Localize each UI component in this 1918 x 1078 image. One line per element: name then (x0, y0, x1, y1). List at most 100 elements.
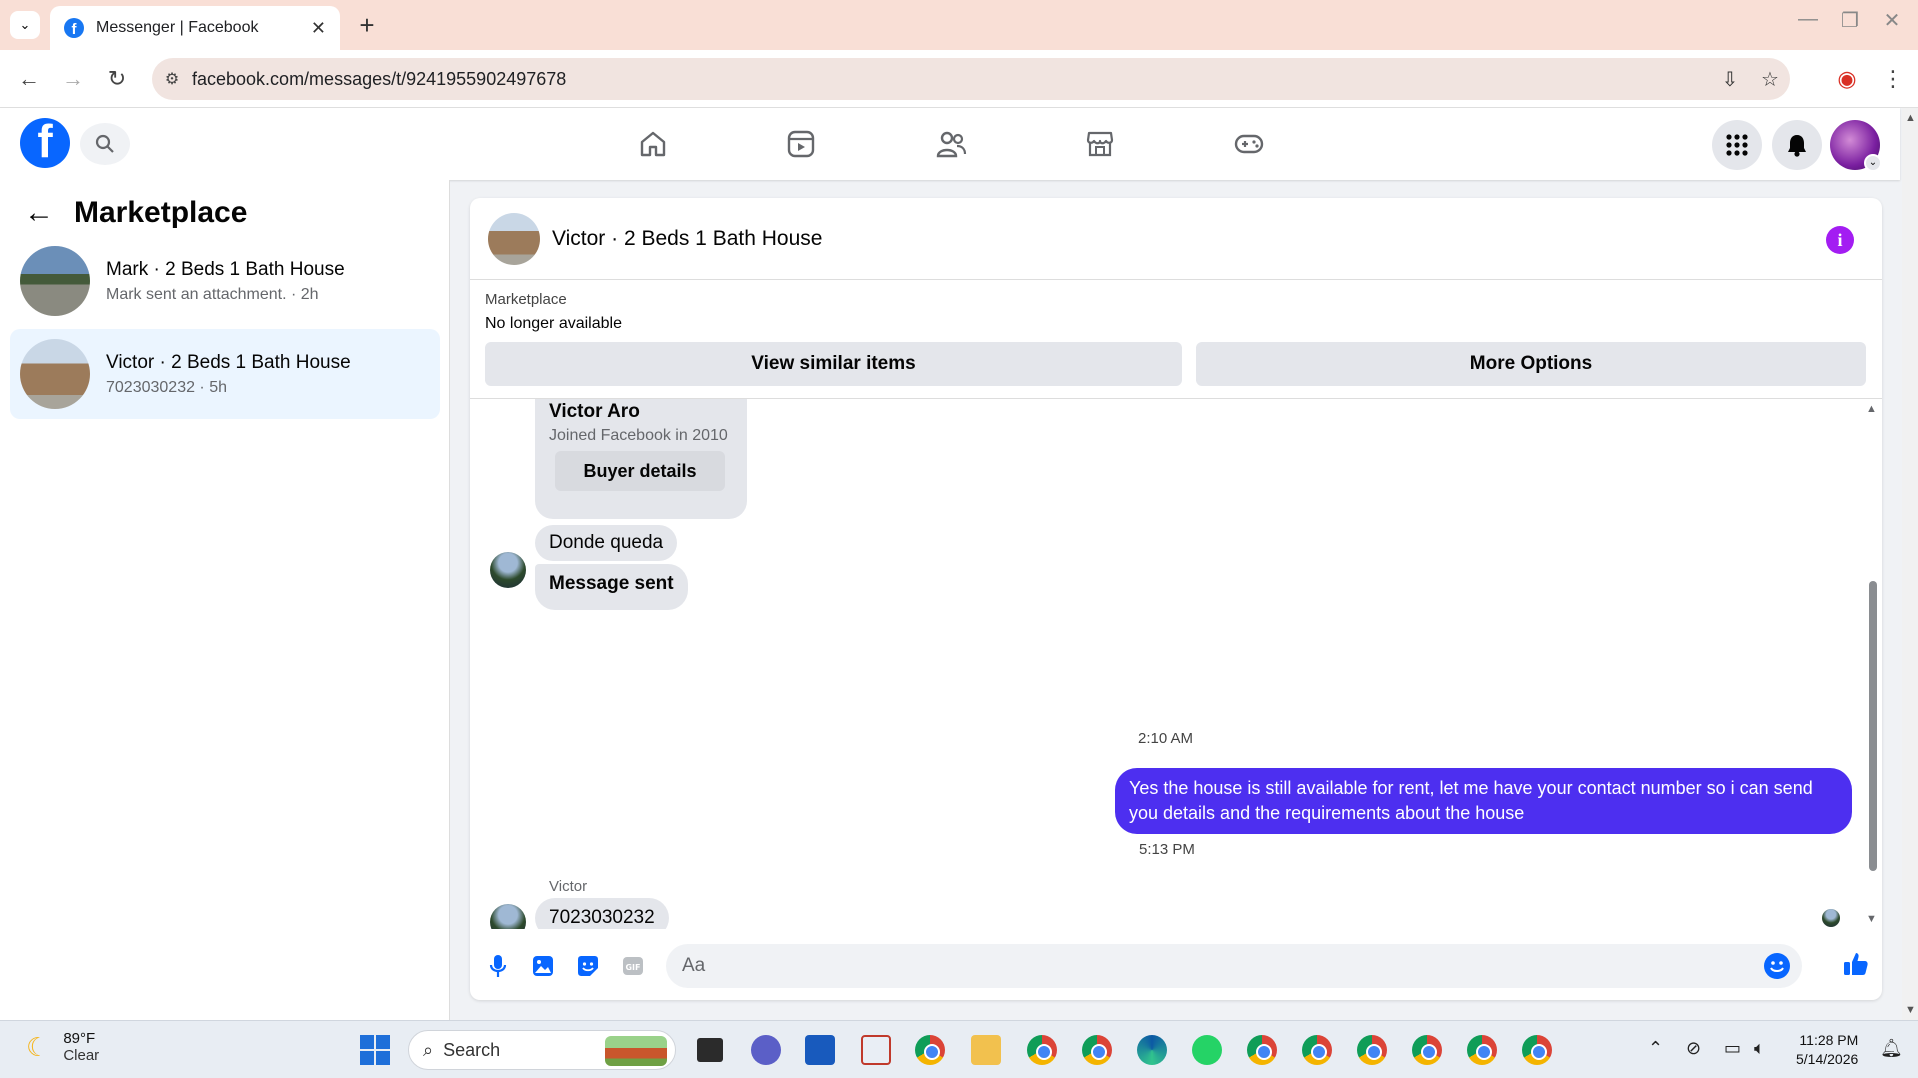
gaming-nav-icon[interactable] (1224, 122, 1274, 166)
microphone-icon[interactable] (484, 952, 512, 980)
edge-icon[interactable] (1137, 1035, 1167, 1065)
view-similar-items-button[interactable]: View similar items (485, 342, 1182, 386)
contact-avatar[interactable] (490, 552, 526, 588)
facebook-top-nav: f ⌄ (0, 108, 1900, 180)
message-scrollbar[interactable]: ▲ ▼ (1866, 403, 1878, 925)
new-tab-button[interactable]: + (352, 10, 382, 40)
whatsapp-icon[interactable] (1192, 1035, 1222, 1065)
minimize-icon[interactable]: — (1788, 8, 1828, 31)
profile-icon[interactable]: ◉ (1830, 62, 1864, 96)
chat-title[interactable]: Victor · 2 Beds 1 Bath House (552, 227, 822, 251)
info-icon[interactable]: i (1826, 226, 1854, 254)
bell-icon (1788, 135, 1806, 157)
chrome-profile-icon[interactable] (1522, 1035, 1552, 1065)
tab-search-dropdown[interactable]: ⌄ (10, 11, 40, 39)
chat-panel: Victor · 2 Beds 1 Bath House i Marketpla… (470, 198, 1882, 1000)
chrome-profile-icon[interactable] (1082, 1035, 1112, 1065)
network-off-icon[interactable]: ⊘ (1686, 1038, 1701, 1059)
url-text[interactable]: facebook.com/messages/t/9241955902497678 (192, 69, 1710, 90)
more-options-button[interactable]: More Options (1196, 342, 1866, 386)
install-app-icon[interactable]: ⇩ (1710, 67, 1750, 92)
chrome-icon[interactable] (915, 1035, 945, 1065)
site-settings-icon[interactable]: ⚙ (152, 69, 192, 89)
photo-icon[interactable] (529, 952, 557, 980)
conversation-name: Mark · 2 Beds 1 Bath House (106, 258, 345, 280)
chevron-up-icon[interactable]: ⌃ (1648, 1038, 1663, 1059)
facebook-logo-icon[interactable]: f (20, 118, 70, 168)
weather-desc: Clear (63, 1047, 100, 1064)
buyer-name: Victor Aro (549, 401, 640, 422)
gif-icon[interactable]: GIF (619, 952, 647, 980)
windows-start-icon[interactable] (360, 1035, 390, 1065)
chrome-profile-icon[interactable] (1247, 1035, 1277, 1065)
scroll-up-icon[interactable]: ▲ (1866, 403, 1877, 415)
chrome-profile-icon[interactable] (1357, 1035, 1387, 1065)
system-clock[interactable]: 11:28 PM 5/14/2026 (1796, 1031, 1858, 1069)
conversation-mark[interactable]: Mark · 2 Beds 1 Bath House Mark sent an … (10, 236, 440, 326)
message-bubble-outgoing[interactable]: Yes the house is still available for ren… (1115, 768, 1852, 834)
message-bubble-incoming[interactable]: Message sent (535, 564, 688, 610)
snipping-tool-icon[interactable] (861, 1035, 891, 1065)
task-view-icon[interactable] (697, 1038, 723, 1062)
conversation-thumbnail (20, 339, 90, 409)
tab-close-icon[interactable]: ✕ (311, 18, 326, 39)
marketplace-label: Marketplace (485, 291, 567, 308)
tab-title: Messenger | Facebook (96, 19, 259, 36)
back-icon[interactable]: ← (12, 62, 46, 96)
menu-grid-button[interactable] (1712, 120, 1762, 170)
notification-bell-icon[interactable]: 🔔︎ (1880, 1038, 1903, 1059)
marketplace-nav-icon[interactable] (1075, 122, 1125, 166)
timestamp: 5:13 PM (1139, 841, 1195, 858)
video-nav-icon[interactable] (776, 122, 826, 166)
chrome-profile-icon[interactable] (1412, 1035, 1442, 1065)
sticker-icon[interactable] (574, 952, 602, 980)
emoji-icon[interactable] (1764, 953, 1790, 979)
listing-status: No longer available (485, 315, 622, 332)
browser-toolbar: ← → ↻ ⚙ facebook.com/messages/t/92419559… (0, 50, 1918, 108)
bookmark-star-icon[interactable]: ☆ (1750, 67, 1790, 92)
chrome-profile-icon[interactable] (1027, 1035, 1057, 1065)
scroll-down-icon[interactable]: ▼ (1866, 913, 1877, 925)
notifications-button[interactable] (1772, 120, 1822, 170)
browser-tab[interactable]: f Messenger | Facebook ✕ (50, 6, 340, 50)
contact-avatar[interactable] (490, 904, 526, 929)
weather-temp: 89°F (63, 1030, 96, 1047)
back-arrow-icon[interactable]: ← (24, 196, 54, 230)
chrome-profile-icon[interactable] (1467, 1035, 1497, 1065)
message-bubble-incoming[interactable]: 7023030232 (535, 898, 669, 929)
message-bubble-incoming[interactable]: Donde queda (535, 525, 678, 561)
sender-name: Victor (549, 878, 588, 895)
message-list[interactable]: Victor Aro Joined Facebook in 2010 Buyer… (470, 399, 1882, 929)
message-input-placeholder: Aa (682, 955, 706, 976)
address-bar[interactable]: ⚙ facebook.com/messages/t/92419559024976… (152, 58, 1790, 100)
display-icon[interactable]: ▭ (1724, 1038, 1741, 1059)
facebook-search-button[interactable] (80, 123, 130, 165)
message-input[interactable]: Aa (666, 944, 1802, 988)
account-avatar[interactable]: ⌄ (1830, 120, 1882, 172)
close-window-icon[interactable]: ✕ (1872, 8, 1912, 33)
browser-menu-icon[interactable]: ⋮ (1876, 62, 1910, 96)
buyer-details-button[interactable]: Buyer details (555, 451, 725, 491)
reload-icon[interactable]: ↻ (100, 62, 134, 96)
conversation-victor[interactable]: Victor · 2 Beds 1 Bath House 7023030232 … (10, 329, 440, 419)
clock-date: 5/14/2026 (1796, 1051, 1859, 1067)
thumbs-up-icon[interactable] (1842, 950, 1870, 978)
file-explorer-icon[interactable] (971, 1035, 1001, 1065)
friends-nav-icon[interactable] (926, 122, 976, 166)
scrollbar-thumb[interactable] (1869, 581, 1877, 871)
chrome-profile-icon[interactable] (1302, 1035, 1332, 1065)
taskbar-search[interactable]: ⌕ Search (408, 1030, 676, 1070)
page-scroll-up-icon[interactable]: ▲ (1905, 112, 1916, 124)
word-icon[interactable] (805, 1035, 835, 1065)
page-scroll-down-icon[interactable]: ▼ (1905, 1004, 1916, 1016)
listing-thumbnail[interactable] (488, 212, 540, 265)
volume-icon[interactable]: 🔈︎ (1754, 1038, 1765, 1059)
restore-window-icon[interactable]: ❐ (1830, 8, 1870, 33)
page-scrollbar[interactable]: ▲ ▼ (1902, 108, 1918, 1020)
forward-icon[interactable]: → (56, 62, 90, 96)
home-nav-icon[interactable] (628, 122, 678, 166)
conversation-preview: 7023030232 · 5h (106, 378, 227, 396)
teams-icon[interactable] (751, 1035, 781, 1065)
conversation-preview: Mark sent an attachment. · 2h (106, 285, 319, 303)
weather-widget[interactable]: ☾ 89°F Clear (26, 1030, 99, 1064)
